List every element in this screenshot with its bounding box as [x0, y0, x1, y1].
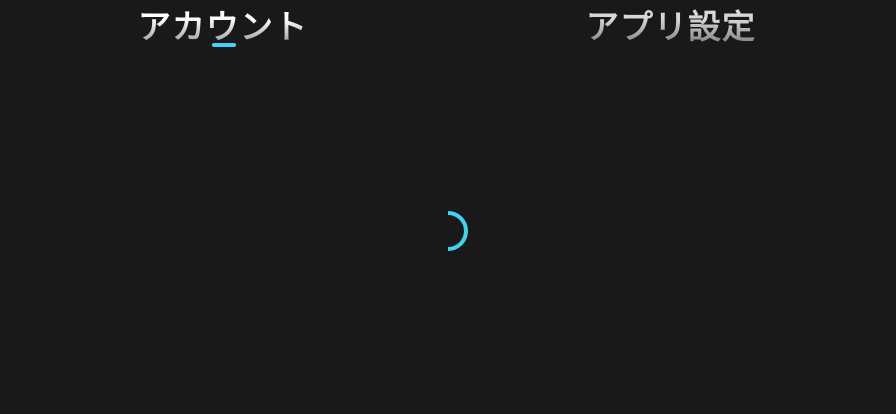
- active-tab-indicator: [212, 43, 236, 47]
- loading-spinner-icon: [447, 211, 468, 251]
- tab-app-settings[interactable]: アプリ設定: [586, 4, 756, 52]
